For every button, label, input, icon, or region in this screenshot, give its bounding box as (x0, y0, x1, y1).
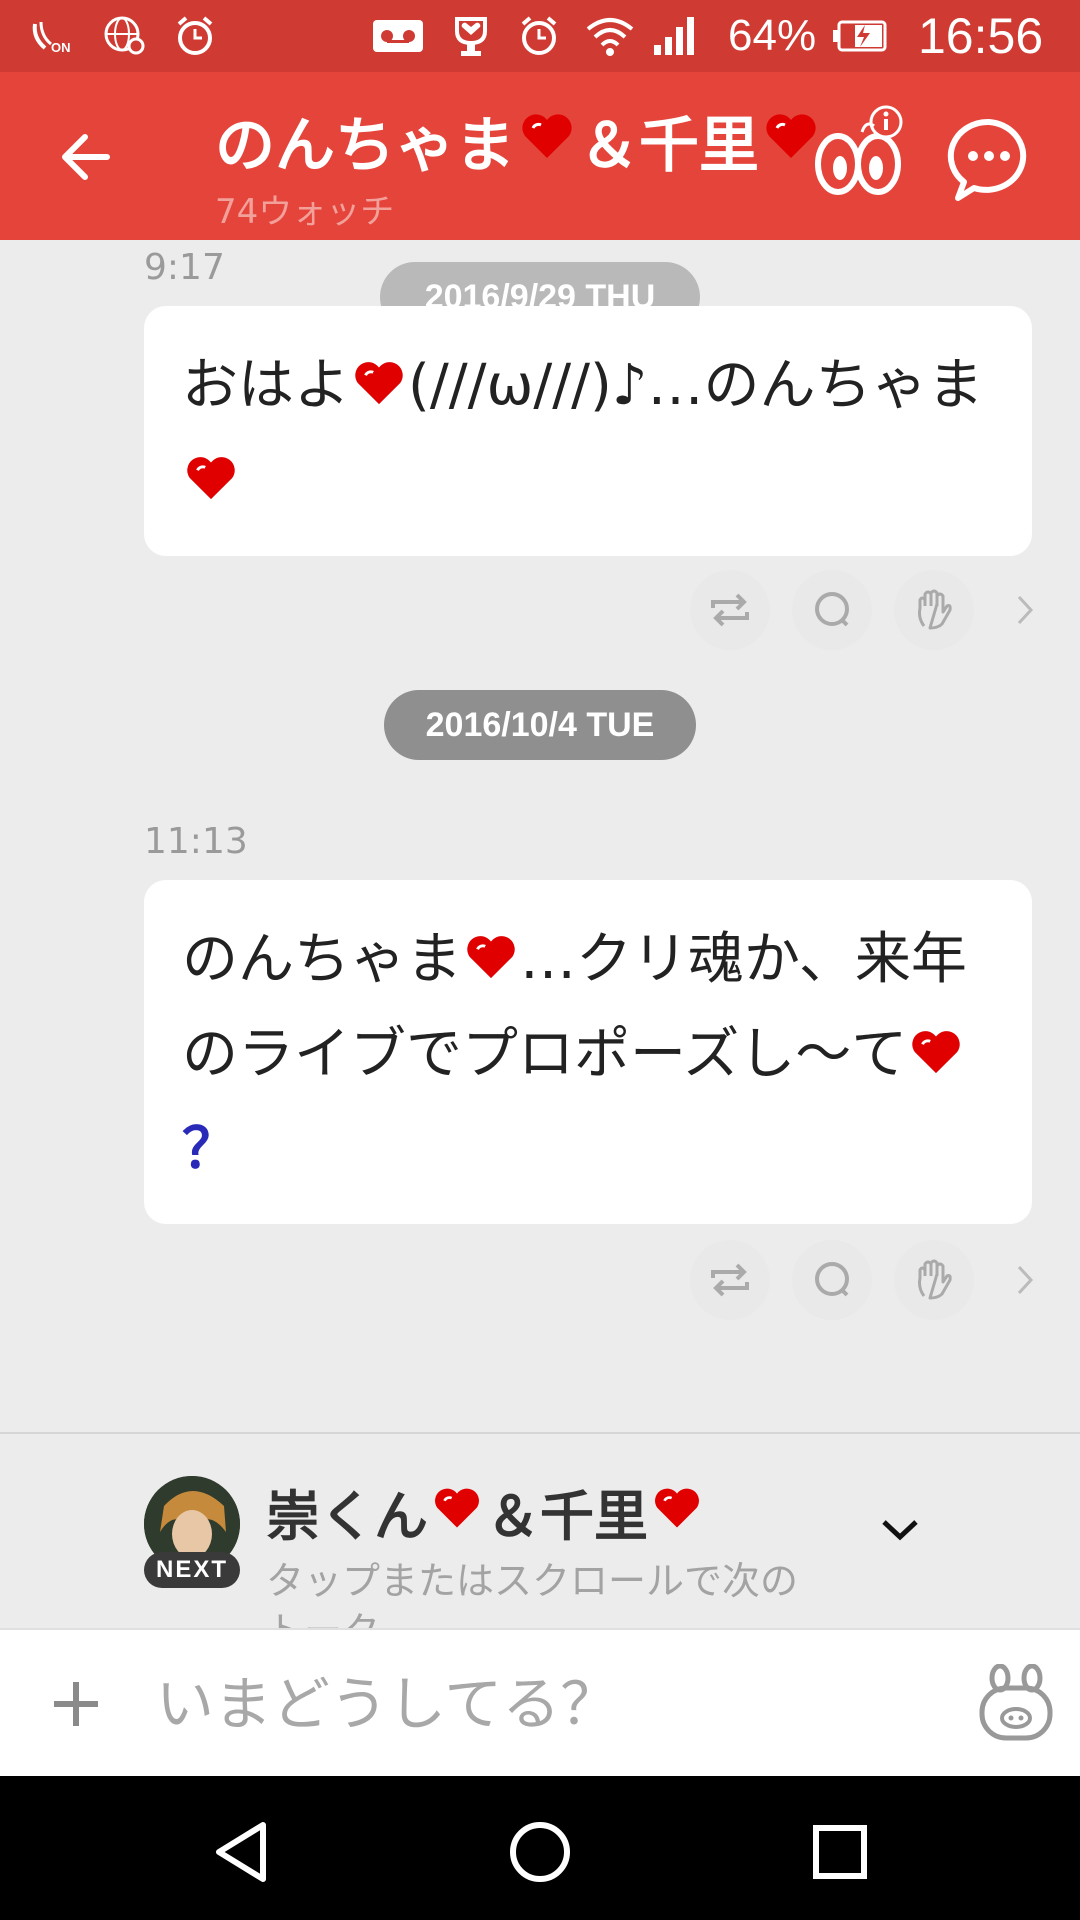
system-nav-bar (0, 1776, 1080, 1920)
question-mark-emoji: ？ (182, 1116, 238, 1182)
repost-icon (711, 1263, 749, 1297)
next-title-name-1: 崇くん (266, 1485, 428, 1548)
watch-button[interactable] (808, 102, 908, 202)
more-chevron-icon[interactable] (1010, 588, 1040, 632)
post-text: おはよ (182, 353, 350, 418)
comment-button[interactable] (944, 114, 1034, 204)
heart-icon (909, 1012, 963, 1104)
high-five-button[interactable] (894, 570, 974, 650)
repost-button[interactable] (690, 570, 770, 650)
high-five-button[interactable] (894, 1240, 974, 1320)
svg-text:ON: ON (51, 40, 71, 55)
triangle-back-icon (216, 1822, 266, 1882)
heart-icon (352, 343, 406, 435)
comment-icon (815, 592, 849, 627)
stamp-button[interactable] (966, 1654, 1066, 1754)
hand-icon (918, 1259, 952, 1300)
post-text: (///ω///)♪…のんちゃま (408, 353, 984, 418)
alarm-icon (514, 14, 564, 58)
next-hint: タップまたはスクロールで次のトーク (266, 1559, 799, 1628)
heart-icon (432, 1480, 482, 1543)
post-time: 11:13 (144, 821, 248, 862)
battery-charging-icon (830, 14, 890, 58)
battery-percent: 64% (728, 11, 817, 60)
signal-icon (650, 14, 700, 58)
compose-bar (0, 1628, 1080, 1776)
clock: 16:56 (918, 8, 1044, 64)
vpn-globe-icon (100, 14, 150, 58)
heart-icon (464, 917, 518, 1009)
date-label: 2016/10/4 TUE (384, 690, 696, 760)
comment-icon (815, 1262, 849, 1297)
post-time: 9:17 (144, 247, 225, 288)
watch-eyes-icon (815, 105, 903, 195)
post-actions (690, 1240, 1040, 1320)
bear-stamp-icon (979, 1664, 1053, 1741)
heart-icon (184, 438, 238, 530)
status-bar: ON 64% 16:56 (0, 0, 1080, 72)
nav-home-button[interactable] (495, 1812, 585, 1892)
chevron-down-icon[interactable] (870, 1500, 930, 1560)
voicemail-icon (370, 14, 426, 58)
next-badge: NEXT (144, 1552, 240, 1588)
repost-button[interactable] (690, 1240, 770, 1320)
post-bubble[interactable]: おはよ (///ω///)♪…のんちゃま (144, 306, 1032, 556)
square-recents-icon (813, 1825, 867, 1879)
post-text: のんちゃま (182, 927, 462, 992)
heart-trophy-icon (446, 14, 496, 58)
app-header: のんちゃま ＆千里 74ウォッチ (0, 72, 1080, 240)
reply-button[interactable] (792, 1240, 872, 1320)
page-title: のんちゃま ＆千里 (215, 100, 823, 181)
post-actions (690, 570, 1040, 650)
heart-icon (652, 1480, 702, 1543)
next-title-name-2: ＆千里 (486, 1485, 648, 1548)
title-name-1: のんちゃま (215, 110, 515, 181)
post-bubble[interactable]: のんちゃま …クリ魂か、来年のライブでプロポーズし〜て？ (144, 880, 1032, 1224)
nav-recents-button[interactable] (795, 1812, 885, 1892)
circle-home-icon (510, 1822, 570, 1882)
back-arrow-icon (62, 134, 110, 180)
wifi-icon (582, 14, 638, 58)
back-button[interactable] (40, 112, 130, 202)
next-talk-title: 崇くん ＆千里 (266, 1472, 706, 1551)
volte-icon: ON (26, 14, 82, 58)
nav-back-button[interactable] (196, 1812, 286, 1892)
repost-icon (711, 593, 749, 627)
more-chevron-icon[interactable] (1010, 1258, 1040, 1302)
watch-count: 74ウォッチ (215, 192, 395, 232)
reply-button[interactable] (792, 570, 872, 650)
talk-feed[interactable]: 9:17 2016/9/29 THU おはよ (///ω///)♪…のんちゃま 2… (0, 240, 1080, 1432)
hand-icon (918, 589, 952, 630)
alarm-icon (170, 14, 220, 58)
next-talk-bar[interactable]: NEXT 崇くん ＆千里 タップまたはスクロールで次のトーク (0, 1432, 1080, 1628)
speech-bubble-icon (947, 118, 1027, 201)
heart-icon (519, 105, 575, 175)
add-button[interactable] (36, 1664, 116, 1744)
plus-icon (54, 1682, 98, 1726)
compose-input[interactable] (156, 1654, 936, 1754)
title-name-2: ＆千里 (579, 110, 759, 181)
